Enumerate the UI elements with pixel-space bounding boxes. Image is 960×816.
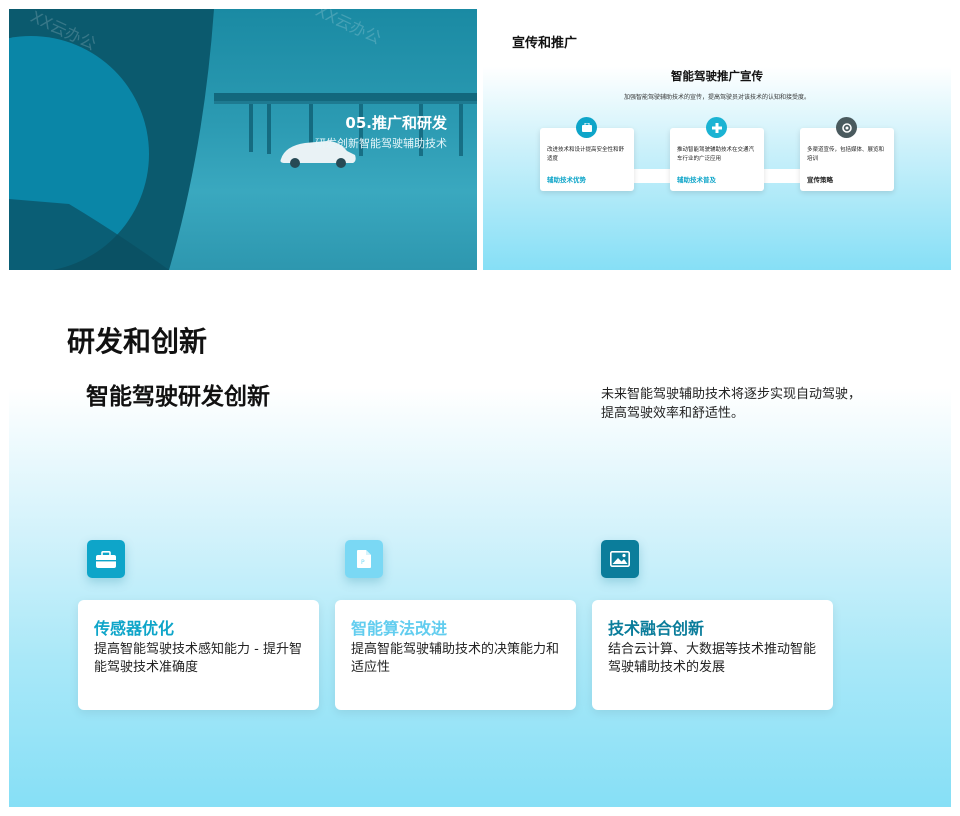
promotion-title: 智能驾驶推广宣传	[671, 69, 763, 83]
section-title: 05.推广和研发	[345, 114, 447, 132]
card-title: 技术融合创新	[608, 619, 705, 638]
slide-description: 未来智能驾驶辅助技术将逐步实现自动驾驶，提高驾驶效率和舒适性。	[601, 387, 862, 421]
card-body: 提高智能驾驶辅助技术的决策能力和适应性	[351, 642, 560, 675]
rd-card-fusion: 技术融合创新 结合云计算、大数据等技术推动智能驾驶辅助技术的发展	[592, 600, 833, 710]
image-icon	[601, 540, 639, 578]
promo-card-strategy: 多渠道宣传，包括媒体、展览和培训 宣传策略	[800, 117, 894, 191]
promo-card-advantage: 改进技术和设计提高安全性和舒适度 辅助技术优势	[540, 117, 634, 191]
document-icon: P	[345, 540, 383, 578]
card-label: 辅助技术优势	[547, 176, 586, 184]
medical-cross-icon	[706, 117, 727, 138]
slide-heading: 研发和创新	[67, 325, 208, 358]
slide-heading: 宣传和推广	[512, 36, 578, 51]
card-title: 传感器优化	[94, 619, 175, 638]
card-label: 宣传策略	[807, 176, 833, 184]
rd-card-sensor: 传感器优化 提高智能驾驶技术感知能力 - 提升智能驾驶技术准确度	[78, 600, 319, 710]
slide-2: 宣传和推广 智能驾驶推广宣传 加强智能驾驶辅助技术的宣传，提高驾驶员对该技术的认…	[483, 9, 951, 270]
card-title: 智能算法改进	[351, 619, 448, 638]
promo-card-adoption: 推动智能驾驶辅助技术在交通汽车行业的广泛应用 辅助技术普及	[670, 117, 764, 191]
target-icon	[836, 117, 857, 138]
card-label: 辅助技术普及	[677, 176, 716, 184]
rd-card-algorithm: 智能算法改进 提高智能驾驶辅助技术的决策能力和适应性	[335, 600, 576, 710]
briefcase-icon	[576, 117, 597, 138]
briefcase-icon	[87, 540, 125, 578]
card-body: 结合云计算、大数据等技术推动智能驾驶辅助技术的发展	[608, 642, 817, 675]
promotion-subtitle: 加强智能驾驶辅助技术的宣传，提高驾驶员对该技术的认知和接受度。	[623, 94, 810, 101]
card-body: 提高智能驾驶技术感知能力 - 提升智能驾驶技术准确度	[94, 642, 302, 675]
card-text: 多渠道宣传，包括媒体、展览和培训	[807, 147, 885, 162]
slide-1: XX云办公 XX云办公 05.推广和研发 研发创新智能驾驶辅助技术	[9, 9, 477, 270]
svg-text:P: P	[361, 559, 365, 566]
slide-3: 研发和创新 智能驾驶研发创新 未来智能驾驶辅助技术将逐步实现自动驾驶，提高驾驶效…	[9, 283, 951, 807]
slide-subheading: 智能驾驶研发创新	[86, 384, 270, 410]
card-text: 推动智能驾驶辅助技术在交通汽车行业的广泛应用	[677, 147, 755, 162]
section-subtitle: 研发创新智能驾驶辅助技术	[315, 137, 447, 150]
card-text: 改进技术和设计提高安全性和舒适度	[547, 147, 625, 162]
